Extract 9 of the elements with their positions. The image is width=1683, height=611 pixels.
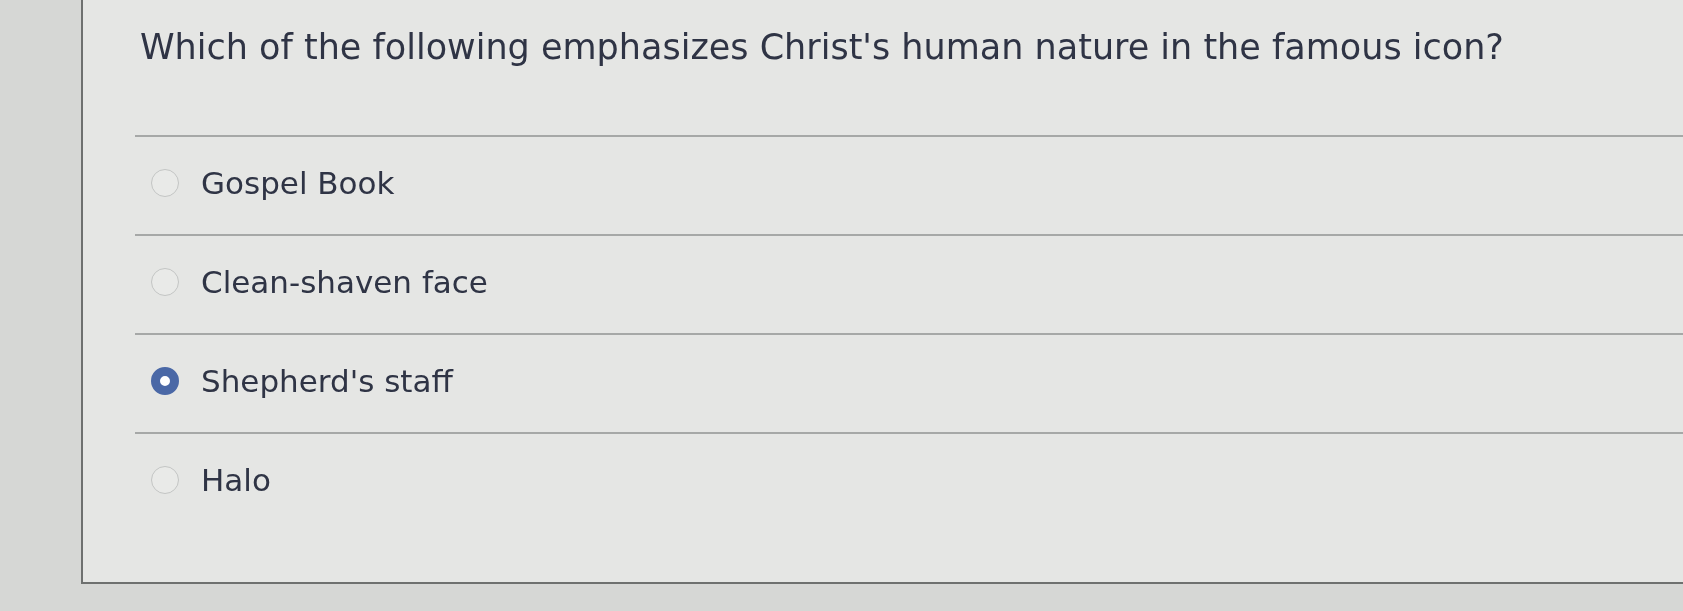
option-label[interactable]: Halo — [201, 459, 271, 500]
radio-button[interactable] — [151, 168, 179, 197]
radio-button[interactable] — [151, 267, 179, 296]
option-label[interactable]: Shepherd's staff — [201, 360, 453, 401]
option-label[interactable]: Gospel Book — [201, 162, 395, 203]
question-text: Which of the following emphasizes Christ's human nature in the famous icon? — [140, 26, 1504, 68]
radio-button[interactable] — [151, 465, 179, 494]
radio-button[interactable] — [151, 366, 179, 395]
option-label[interactable]: Clean-shaven face — [201, 261, 488, 302]
